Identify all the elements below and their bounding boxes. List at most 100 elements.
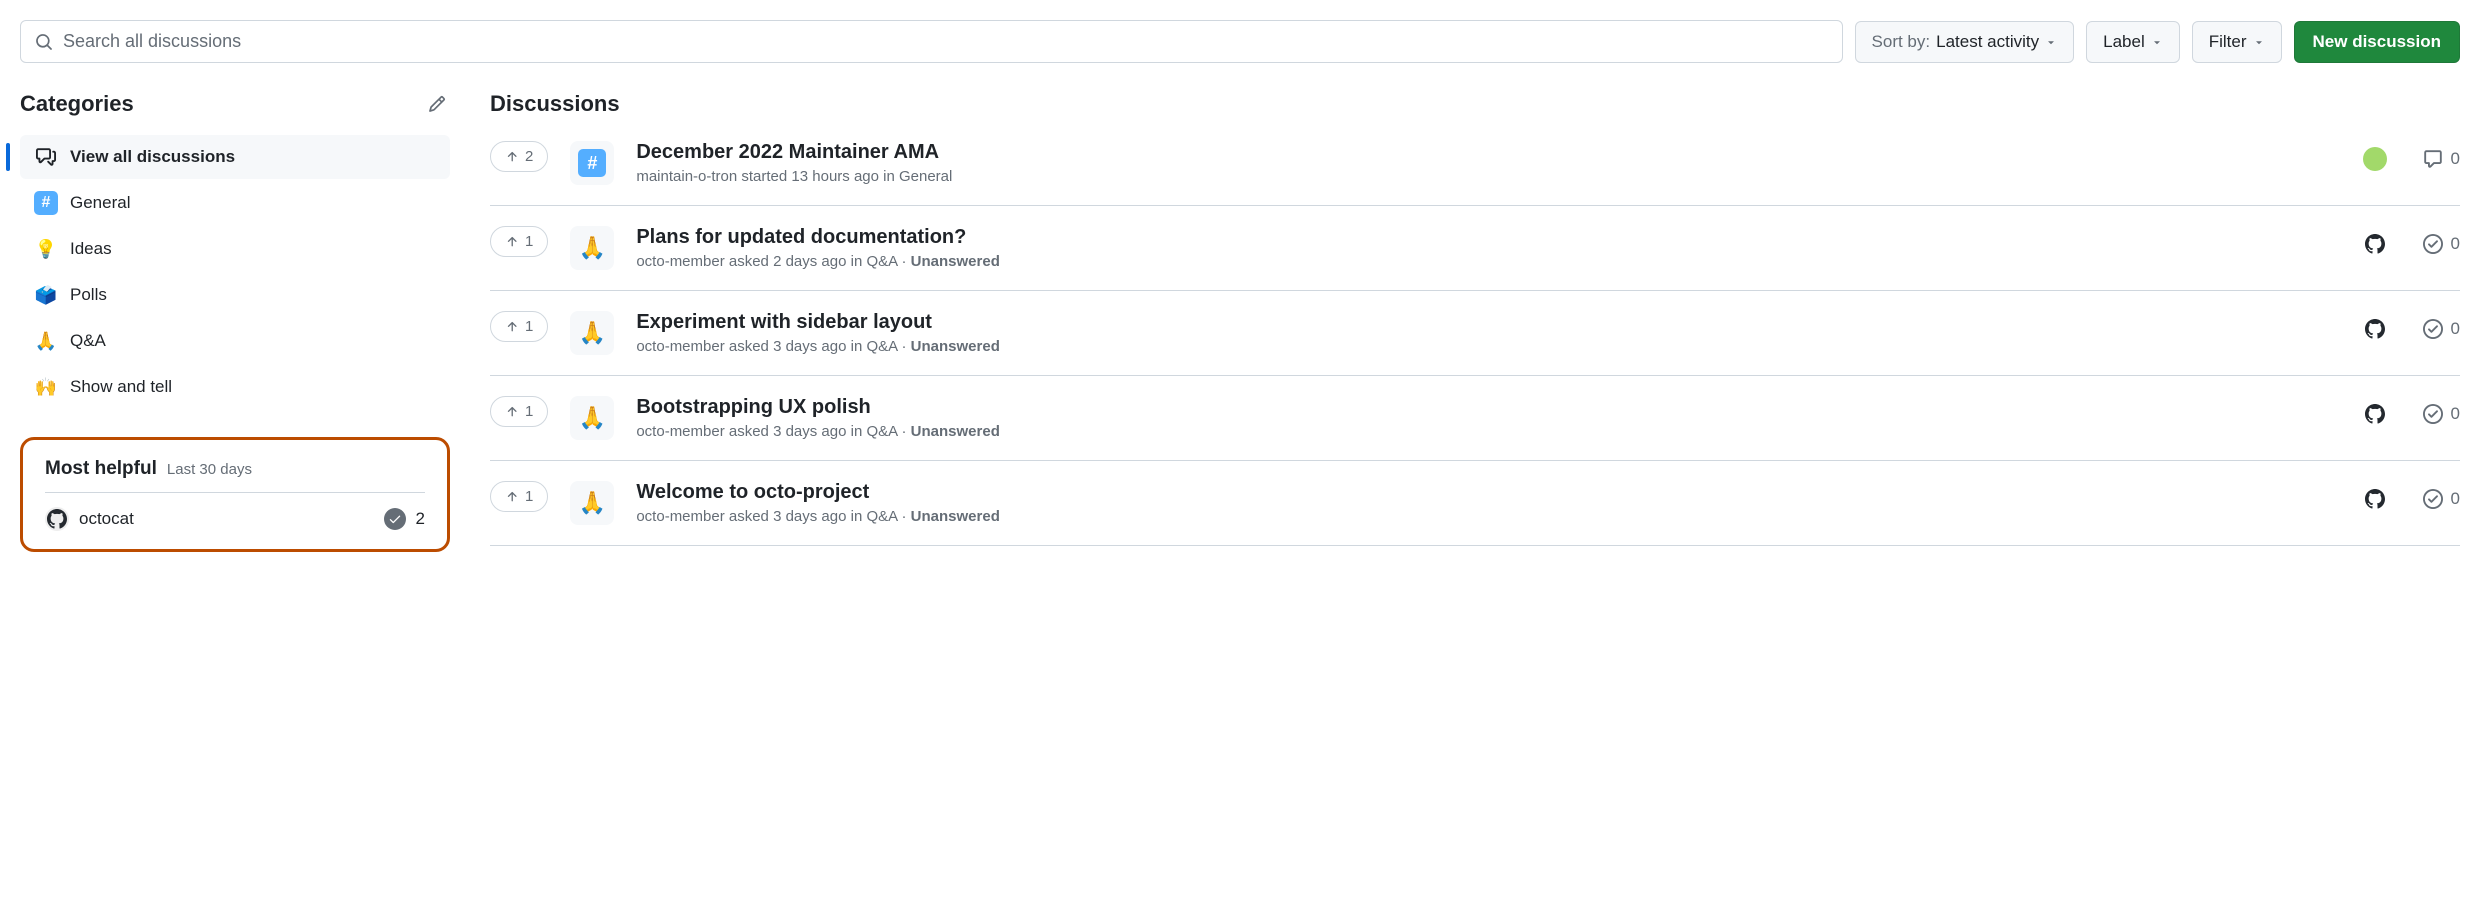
chevron-down-icon: [2151, 36, 2163, 48]
discussion-icon: [34, 145, 58, 169]
avatar[interactable]: [2363, 487, 2387, 511]
chevron-down-icon: [2045, 36, 2057, 48]
discussion-status: Unanswered: [911, 508, 1000, 525]
sidebar-item-q&a[interactable]: 🙏 Q&A: [20, 319, 450, 363]
discussion-status: Unanswered: [911, 253, 1000, 270]
sidebar-item-label: Polls: [70, 285, 107, 305]
category-badge[interactable]: 🙏: [570, 481, 614, 525]
vote-count: 1: [525, 403, 533, 420]
search-input[interactable]: [63, 31, 1828, 52]
discussion-meta: octo-member asked 3 days ago in Q&A · Un…: [636, 508, 2340, 525]
upvote-button[interactable]: 1: [490, 311, 548, 342]
avatar[interactable]: [2363, 402, 2387, 426]
new-discussion-button[interactable]: New discussion: [2294, 21, 2460, 63]
arrow-up-icon: [505, 150, 519, 164]
sidebar-item-label: Q&A: [70, 331, 106, 351]
sidebar-item-ideas[interactable]: 💡 Ideas: [20, 227, 450, 271]
discussion-row: 2 # December 2022 Maintainer AMA maintain-o…: [490, 135, 2460, 206]
category-emoji: 💡: [34, 237, 58, 261]
sidebar-item-show-and-tell[interactable]: 🙌 Show and tell: [20, 365, 450, 409]
arrow-up-icon: [505, 405, 519, 419]
upvote-button[interactable]: 1: [490, 226, 548, 257]
count-value: 0: [2451, 489, 2460, 509]
discussion-title[interactable]: Experiment with sidebar layout: [636, 311, 2340, 334]
reply-count[interactable]: 0: [2423, 489, 2460, 509]
avatar[interactable]: [2363, 232, 2387, 256]
check-circle-icon: [2423, 234, 2443, 254]
sort-dropdown[interactable]: Sort by: Latest activity: [1855, 21, 2075, 63]
reply-count[interactable]: 0: [2423, 319, 2460, 339]
avatar: [45, 507, 69, 531]
category-emoji: 🙏: [34, 329, 58, 353]
sort-label: Sort by:: [1872, 32, 1931, 52]
discussion-meta: maintain-o-tron started 13 hours ago in …: [636, 168, 2340, 185]
category-emoji: 🙏: [579, 320, 606, 346]
check-circle-icon: [2423, 404, 2443, 424]
most-helpful-box: Most helpful Last 30 days octocat 2: [20, 437, 450, 552]
hash-icon: #: [34, 191, 58, 215]
avatar[interactable]: [2363, 147, 2387, 171]
category-badge[interactable]: 🙏: [570, 226, 614, 270]
count-value: 0: [2451, 319, 2460, 339]
discussion-title[interactable]: December 2022 Maintainer AMA: [636, 141, 2340, 164]
label-dropdown[interactable]: Label: [2086, 21, 2180, 63]
helpful-user[interactable]: octocat: [79, 509, 134, 529]
check-circle-icon: [2423, 319, 2443, 339]
category-emoji: 🗳️: [34, 283, 58, 307]
arrow-up-icon: [505, 235, 519, 249]
category-badge[interactable]: 🙏: [570, 311, 614, 355]
category-badge[interactable]: #: [570, 141, 614, 185]
search-box[interactable]: [20, 20, 1843, 63]
arrow-up-icon: [505, 490, 519, 504]
chevron-down-icon: [2253, 36, 2265, 48]
edit-categories-button[interactable]: [424, 91, 450, 117]
category-emoji: 🙏: [579, 235, 606, 261]
sidebar-item-label: Show and tell: [70, 377, 172, 397]
discussion-title[interactable]: Bootstrapping UX polish: [636, 396, 2340, 419]
sidebar-item-polls[interactable]: 🗳️ Polls: [20, 273, 450, 317]
vote-count: 2: [525, 148, 533, 165]
discussion-status: Unanswered: [911, 423, 1000, 440]
discussion-title[interactable]: Welcome to octo-project: [636, 481, 2340, 504]
label-btn-text: Label: [2103, 32, 2145, 52]
sidebar-item-label: Ideas: [70, 239, 112, 259]
count-value: 0: [2451, 404, 2460, 424]
reply-count[interactable]: 0: [2423, 149, 2460, 169]
category-badge[interactable]: 🙏: [570, 396, 614, 440]
upvote-button[interactable]: 2: [490, 141, 548, 172]
check-circle-icon: [2423, 489, 2443, 509]
discussion-title[interactable]: Plans for updated documentation?: [636, 226, 2340, 249]
category-emoji: 🙌: [34, 375, 58, 399]
avatar[interactable]: [2363, 317, 2387, 341]
reply-count[interactable]: 0: [2423, 234, 2460, 254]
discussion-meta: octo-member asked 2 days ago in Q&A · Un…: [636, 253, 2340, 270]
vote-count: 1: [525, 233, 533, 250]
upvote-button[interactable]: 1: [490, 481, 548, 512]
sidebar-item-general[interactable]: # General: [20, 181, 450, 225]
discussion-meta: octo-member asked 3 days ago in Q&A · Un…: [636, 338, 2340, 355]
sidebar-item-view-all-discussions[interactable]: View all discussions: [20, 135, 450, 179]
discussion-row: 1 🙏 Plans for updated documentation? octo-m…: [490, 206, 2460, 291]
count-value: 0: [2451, 234, 2460, 254]
vote-count: 1: [525, 318, 533, 335]
categories-title: Categories: [20, 91, 134, 117]
discussions-title: Discussions: [490, 91, 2460, 117]
sort-value: Latest activity: [1936, 32, 2039, 52]
check-circle-icon: [384, 508, 406, 530]
discussion-meta: octo-member asked 3 days ago in Q&A · Un…: [636, 423, 2340, 440]
sidebar-item-label: General: [70, 193, 130, 213]
hash-icon: #: [578, 149, 606, 177]
vote-count: 1: [525, 488, 533, 505]
comment-icon: [2423, 149, 2443, 169]
most-helpful-subtitle: Last 30 days: [167, 461, 252, 478]
discussion-row: 1 🙏 Welcome to octo-project octo-member ask…: [490, 461, 2460, 546]
filter-dropdown[interactable]: Filter: [2192, 21, 2282, 63]
search-icon: [35, 33, 53, 51]
filter-btn-text: Filter: [2209, 32, 2247, 52]
count-value: 0: [2451, 149, 2460, 169]
discussion-row: 1 🙏 Bootstrapping UX polish octo-member ask…: [490, 376, 2460, 461]
reply-count[interactable]: 0: [2423, 404, 2460, 424]
arrow-up-icon: [505, 320, 519, 334]
category-emoji: 🙏: [579, 490, 606, 516]
upvote-button[interactable]: 1: [490, 396, 548, 427]
